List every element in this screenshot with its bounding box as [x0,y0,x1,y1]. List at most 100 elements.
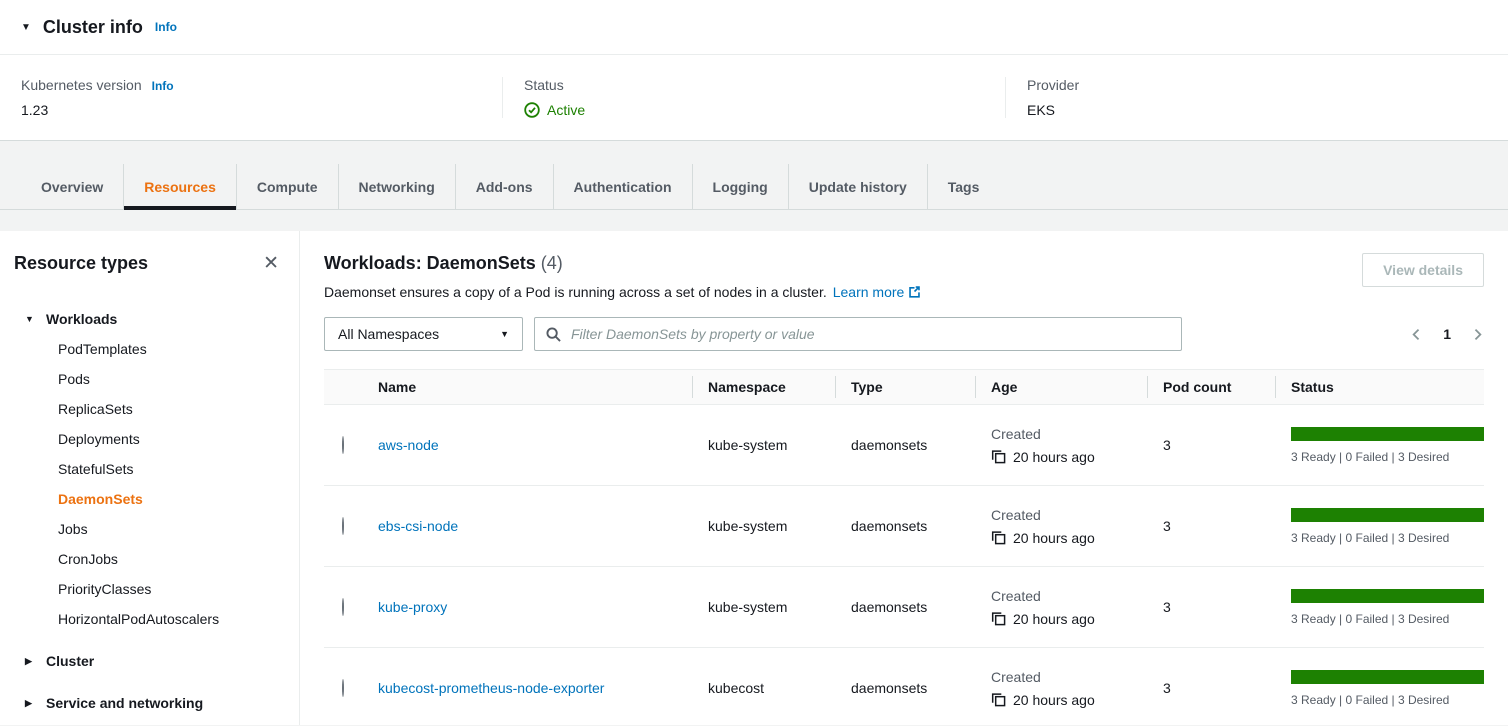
status-text: 3 Ready | 0 Failed | 3 Desired [1291,612,1484,626]
table-description: Daemonset ensures a copy of a Pod is run… [324,284,921,300]
age-created-label: Created [991,588,1147,604]
sidebar-group-label: Cluster [46,653,94,669]
daemonset-name-link[interactable]: kubecost-prometheus-node-exporter [378,680,604,696]
sidebar-group-cluster[interactable]: ▶ Cluster [14,646,285,676]
status-label: Status [524,77,564,93]
kubernetes-version-info-link[interactable]: Info [152,79,174,93]
caret-down-icon: ▼ [25,311,35,327]
sidebar-item-statefulsets[interactable]: StatefulSets [14,454,285,484]
row-radio-button[interactable] [342,436,344,454]
close-icon[interactable]: ✕ [263,254,279,273]
tab-networking[interactable]: Networking [338,164,455,209]
copy-icon[interactable] [991,530,1006,545]
sidebar-item-daemonsets[interactable]: DaemonSets [14,484,285,514]
status-text: 3 Ready | 0 Failed | 3 Desired [1291,450,1484,464]
namespace-select-value: All Namespaces [338,326,439,342]
tab-logging[interactable]: Logging [692,164,788,209]
sidebar-item-cronjobs[interactable]: CronJobs [14,544,285,574]
chevron-right-icon [1471,327,1484,342]
age-cell: Created 20 hours ago [975,669,1147,708]
caret-right-icon: ▶ [25,695,35,711]
search-input[interactable] [569,325,1170,343]
pagination: 1 [1410,326,1484,342]
namespace-select[interactable]: All Namespaces ▼ [324,317,523,351]
tab-update-history[interactable]: Update history [788,164,927,209]
filter-toolbar: All Namespaces ▼ 1 [324,317,1484,351]
namespace-cell: kube-system [692,518,835,534]
sidebar-title: Resource types [14,253,148,274]
type-cell: daemonsets [835,599,975,615]
sidebar-item-priorityclasses[interactable]: PriorityClasses [14,574,285,604]
sidebar-item-replicasets[interactable]: ReplicaSets [14,394,285,424]
daemonset-name-link[interactable]: ebs-csi-node [378,518,458,534]
collapse-caret-icon[interactable]: ▼ [21,22,31,33]
tab-compute[interactable]: Compute [236,164,338,209]
status-cell: 3 Ready | 0 Failed | 3 Desired [1275,670,1484,707]
status-bar [1291,427,1484,441]
sidebar-item-podtemplates[interactable]: PodTemplates [14,334,285,364]
daemonset-name-link[interactable]: kube-proxy [378,599,447,615]
table-count: (4) [541,253,563,273]
copy-icon[interactable] [991,692,1006,707]
age-created-label: Created [991,507,1147,523]
daemonset-name-link[interactable]: aws-node [378,437,439,453]
sidebar-group-workloads[interactable]: ▼ Workloads [14,304,285,334]
cluster-info-header: ▼ Cluster info Info [0,0,1508,55]
status-text: 3 Ready | 0 Failed | 3 Desired [1291,531,1484,545]
resources-panel: Resource types ✕ ▼ Workloads PodTemplate… [0,231,1508,725]
status-bar [1291,589,1484,603]
namespace-cell: kube-system [692,437,835,453]
row-radio-button[interactable] [342,598,344,616]
previous-page-button[interactable] [1410,327,1423,342]
table-title: Workloads: DaemonSets (4) [324,253,921,274]
sidebar-item-horizontalpodautoscalers[interactable]: HorizontalPodAutoscalers [14,604,285,634]
age-created-label: Created [991,426,1147,442]
status-cell: 3 Ready | 0 Failed | 3 Desired [1275,427,1484,464]
age-value: 20 hours ago [1013,692,1095,708]
status-bar [1291,508,1484,522]
namespace-cell: kube-system [692,599,835,615]
current-page[interactable]: 1 [1443,326,1451,342]
status-cell: 3 Ready | 0 Failed | 3 Desired [1275,589,1484,626]
status-check-circle-icon [524,102,540,118]
resource-types-tree: ▼ Workloads PodTemplates Pods ReplicaSet… [14,304,285,718]
sidebar-item-deployments[interactable]: Deployments [14,424,285,454]
row-radio-button[interactable] [342,517,344,535]
status-field: Status Active [502,77,1005,118]
copy-icon[interactable] [991,611,1006,626]
age-value: 20 hours ago [1013,449,1095,465]
row-radio-button[interactable] [342,679,344,697]
column-header-namespace: Namespace [692,379,835,395]
table-row: kubecost-prometheus-node-exporter kubeco… [324,648,1484,725]
column-header-type: Type [835,379,975,395]
namespace-cell: kubecost [692,680,835,696]
tab-tags[interactable]: Tags [927,164,1000,209]
tab-overview[interactable]: Overview [21,164,123,209]
kubernetes-version-label: Kubernetes version [21,77,142,93]
learn-more-link[interactable]: Learn more [833,284,921,300]
column-header-status: Status [1275,379,1484,395]
table-row: kube-proxy kube-system daemonsets Create… [324,567,1484,648]
cluster-info-info-link[interactable]: Info [155,20,177,34]
sidebar-group-label: Service and networking [46,695,203,711]
sidebar-group-service-and-networking[interactable]: ▶ Service and networking [14,688,285,718]
copy-icon[interactable] [991,449,1006,464]
daemonsets-table: Name Namespace Type Age Pod count Status… [324,369,1484,725]
tab-authentication[interactable]: Authentication [553,164,692,209]
sidebar-item-jobs[interactable]: Jobs [14,514,285,544]
age-value: 20 hours ago [1013,611,1095,627]
daemonsets-search [534,317,1182,351]
tab-resources[interactable]: Resources [123,164,236,209]
type-cell: daemonsets [835,437,975,453]
age-cell: Created 20 hours ago [975,507,1147,546]
next-page-button[interactable] [1471,327,1484,342]
type-cell: daemonsets [835,680,975,696]
column-header-name: Name [362,379,692,395]
pod-count-cell: 3 [1147,599,1275,615]
view-details-button[interactable]: View details [1362,253,1484,287]
status-text: 3 Ready | 0 Failed | 3 Desired [1291,693,1484,707]
tab-add-ons[interactable]: Add-ons [455,164,553,209]
sidebar-item-pods[interactable]: Pods [14,364,285,394]
table-header-row: Name Namespace Type Age Pod count Status [324,369,1484,405]
age-created-label: Created [991,669,1147,685]
